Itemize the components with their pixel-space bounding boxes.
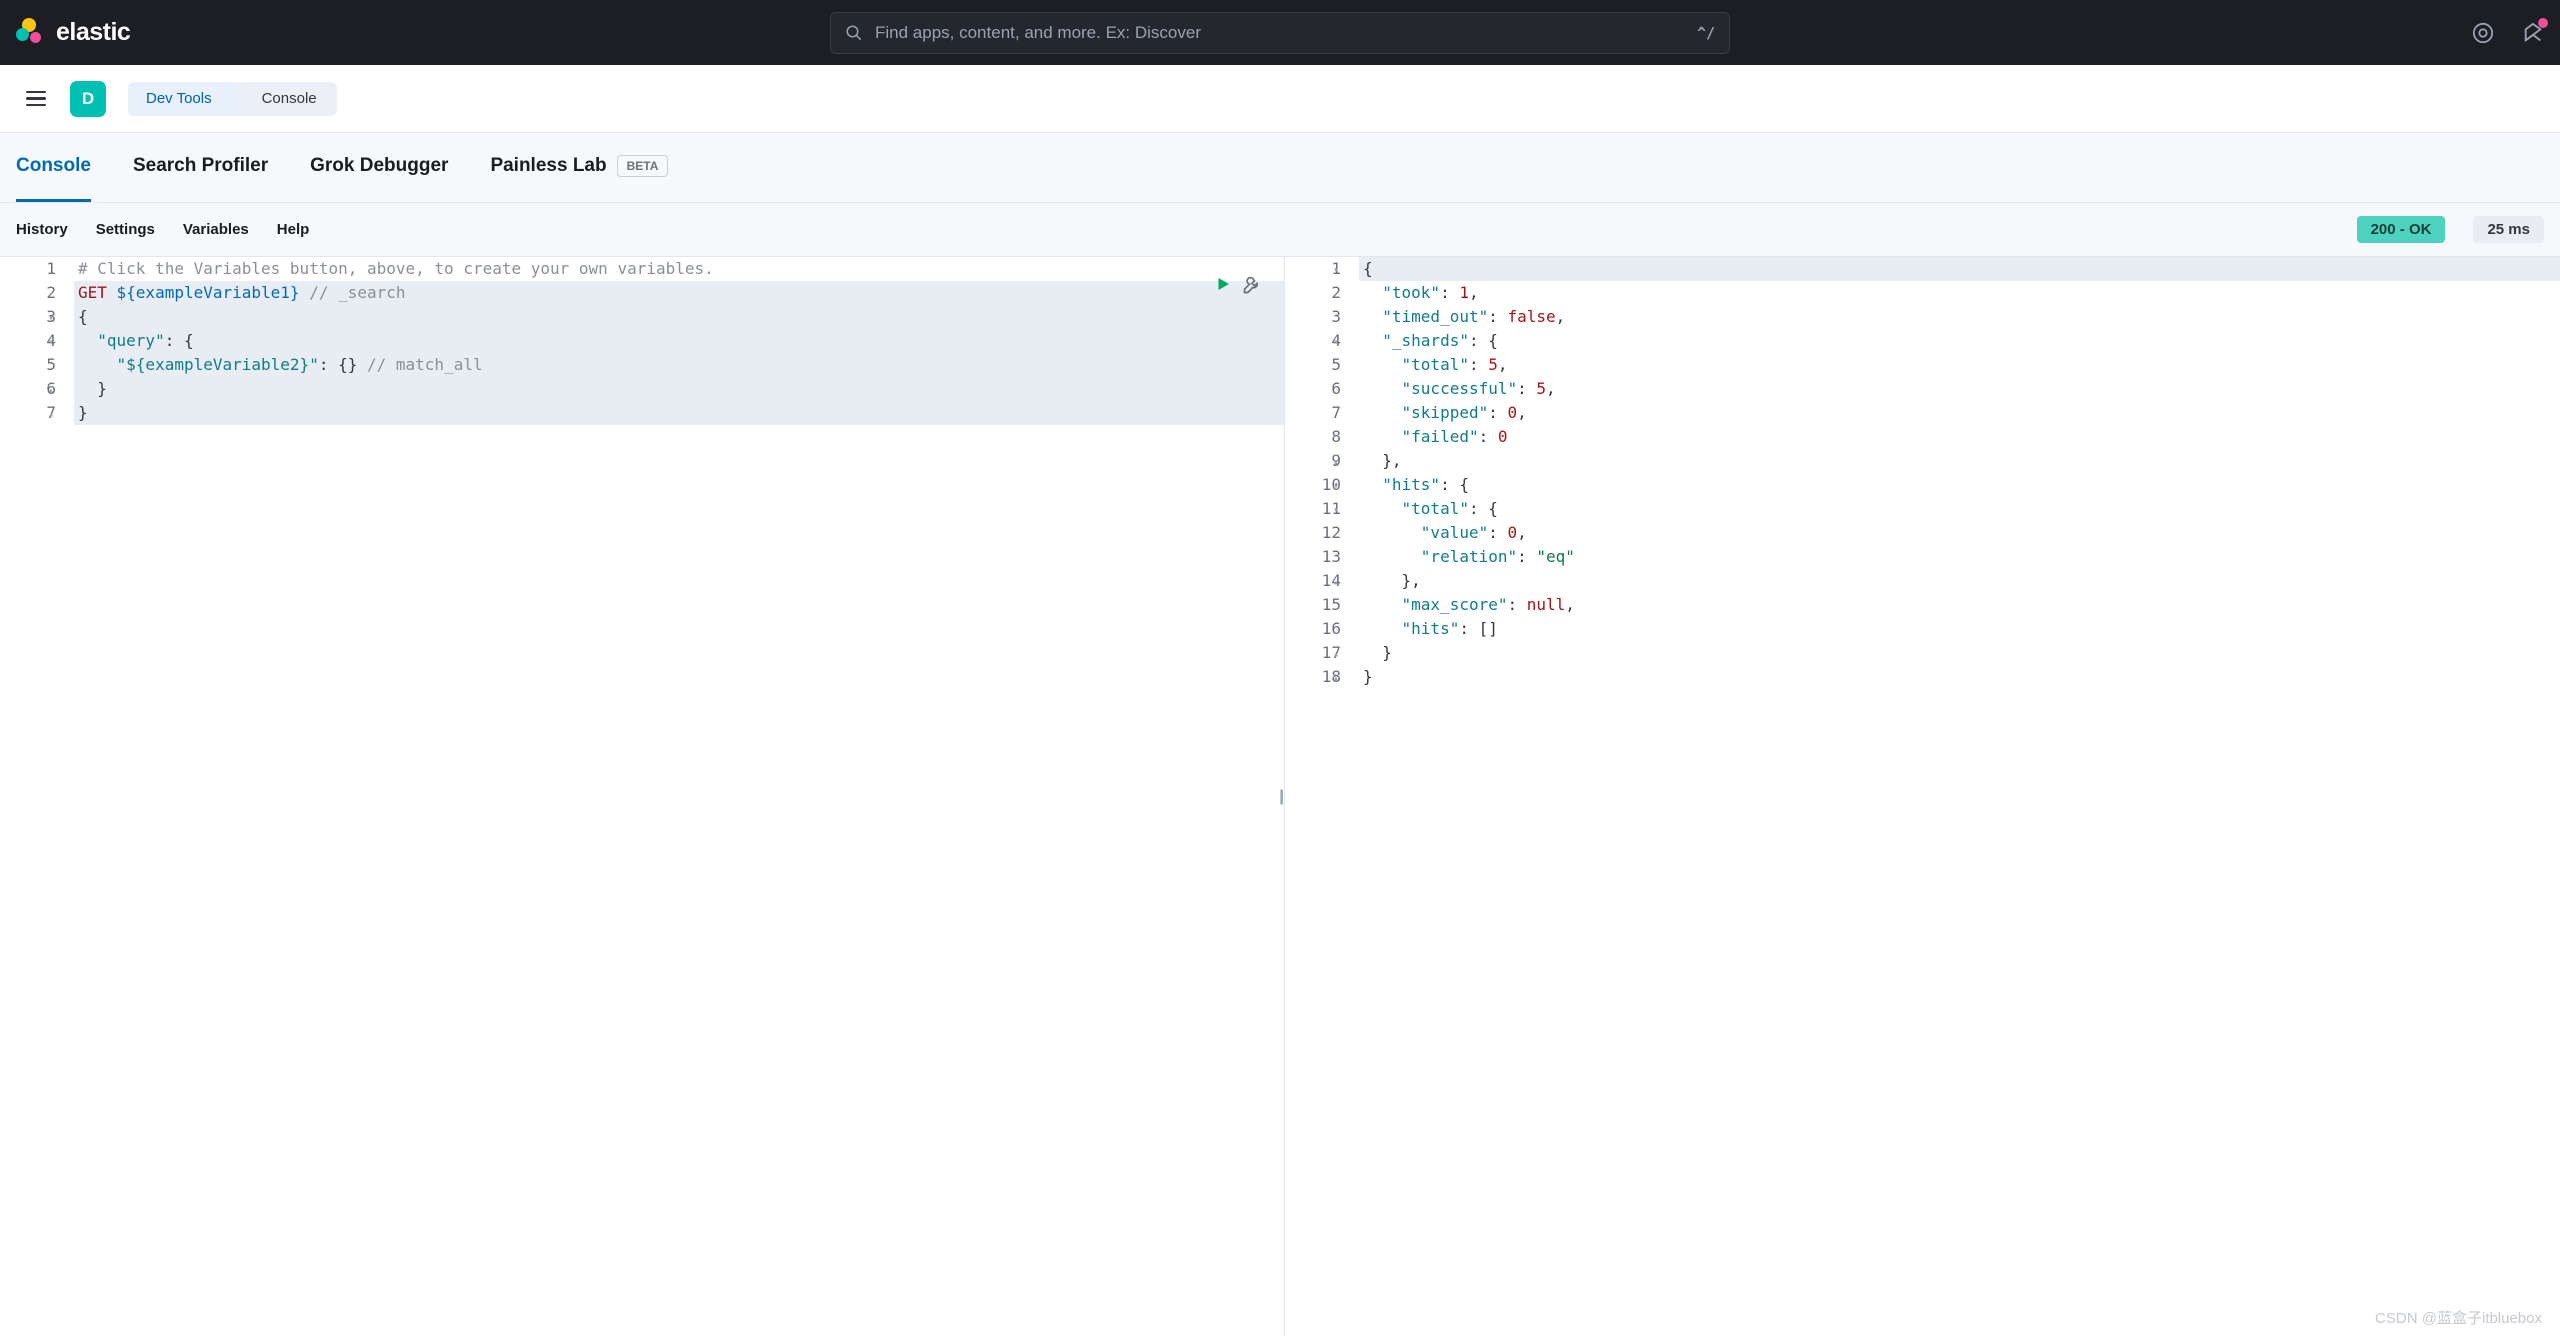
tab-search-profiler[interactable]: Search Profiler xyxy=(133,133,268,202)
beta-badge: BETA xyxy=(617,155,669,177)
tab-painless-lab[interactable]: Painless Lab BETA xyxy=(490,133,668,202)
tab-label: Console xyxy=(16,155,91,177)
notification-dot-icon xyxy=(2538,18,2548,28)
fold-toggle-icon[interactable]: ▾ xyxy=(1333,331,1339,355)
console-toolbar: History Settings Variables Help 200 - OK 25… xyxy=(0,203,2560,257)
tab-label: Search Profiler xyxy=(133,155,268,177)
nav-toggle-button[interactable] xyxy=(20,85,52,113)
line-gutter: 123▾4▾56▴7▴ xyxy=(0,257,74,425)
request-actions xyxy=(1214,275,1262,295)
fold-toggle-icon[interactable]: ▾ xyxy=(48,331,54,355)
request-pane[interactable]: 123▾4▾56▴7▴# Click the Variables button,… xyxy=(0,257,1285,1336)
tab-console[interactable]: Console xyxy=(16,133,91,202)
tab-grok-debugger[interactable]: Grok Debugger xyxy=(310,133,448,202)
elastic-logo-icon xyxy=(16,18,46,48)
tab-label: Painless Lab xyxy=(490,155,606,177)
devtools-tabs: Console Search Profiler Grok Debugger Painl… xyxy=(0,133,2560,203)
toolbar-settings[interactable]: Settings xyxy=(96,221,155,238)
breadcrumbs: Dev Tools Console xyxy=(128,82,337,116)
header-actions xyxy=(2472,22,2544,44)
fold-toggle-icon[interactable]: ▴ xyxy=(48,403,54,427)
breadcrumb-devtools[interactable]: Dev Tools xyxy=(128,82,232,116)
toolbar-variables[interactable]: Variables xyxy=(183,221,249,238)
editor-split: 123▾4▾56▴7▴# Click the Variables button,… xyxy=(0,257,2560,1336)
toolbar-history[interactable]: History xyxy=(16,221,68,238)
fold-toggle-icon[interactable]: ▴ xyxy=(48,379,54,403)
line-gutter: 1▾234▾56789▴10▾11▾121314▴151617▴18▴ xyxy=(1285,257,1359,689)
global-header: elastic Find apps, content, and more. Ex… xyxy=(0,0,2560,65)
tab-label: Grok Debugger xyxy=(310,155,448,177)
run-request-button[interactable] xyxy=(1214,275,1232,295)
fold-toggle-icon[interactable]: ▴ xyxy=(1333,667,1339,691)
fold-toggle-icon[interactable]: ▾ xyxy=(1333,475,1339,499)
search-icon xyxy=(845,24,863,42)
fold-toggle-icon[interactable]: ▾ xyxy=(1333,259,1339,283)
brand-text: elastic xyxy=(56,18,130,47)
split-handle[interactable]: || xyxy=(1279,788,1281,806)
space-selector[interactable]: D xyxy=(70,81,106,117)
search-shortcut: ^/ xyxy=(1697,24,1715,42)
response-time-badge: 25 ms xyxy=(2473,216,2544,243)
global-search[interactable]: Find apps, content, and more. Ex: Discov… xyxy=(830,12,1730,54)
response-status-badge: 200 - OK xyxy=(2357,216,2446,243)
breadcrumb-bar: D Dev Tools Console xyxy=(0,65,2560,133)
brand[interactable]: elastic xyxy=(16,18,130,48)
code-area[interactable]: # Click the Variables button, above, to … xyxy=(74,257,1284,425)
breadcrumb-console[interactable]: Console xyxy=(232,82,337,116)
help-icon[interactable] xyxy=(2472,22,2494,44)
request-options-button[interactable] xyxy=(1242,275,1262,295)
newsfeed-icon[interactable] xyxy=(2522,22,2544,44)
fold-toggle-icon[interactable]: ▴ xyxy=(1333,643,1339,667)
fold-toggle-icon[interactable]: ▾ xyxy=(1333,499,1339,523)
fold-toggle-icon[interactable]: ▴ xyxy=(1333,451,1339,475)
watermark: CSDN @蓝盒子itbluebox xyxy=(2375,1307,2542,1328)
fold-toggle-icon[interactable]: ▾ xyxy=(48,307,54,331)
code-area[interactable]: { "took": 1, "timed_out": false, "_shard… xyxy=(1359,257,2560,689)
toolbar-help[interactable]: Help xyxy=(277,221,310,238)
response-pane[interactable]: 1▾234▾56789▴10▾11▾121314▴151617▴18▴{ "to… xyxy=(1285,257,2560,1336)
fold-toggle-icon[interactable]: ▴ xyxy=(1333,571,1339,595)
search-placeholder: Find apps, content, and more. Ex: Discov… xyxy=(875,23,1697,43)
